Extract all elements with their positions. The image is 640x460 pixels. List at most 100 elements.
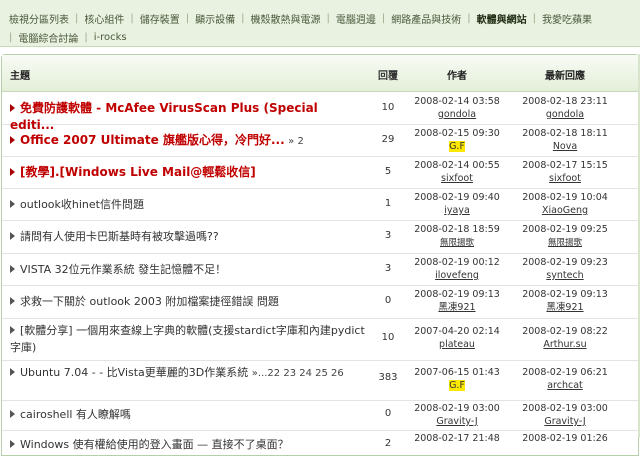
nav-link-apple[interactable]: 我愛吃蘋果 <box>542 11 592 26</box>
nav-separator: | <box>467 13 471 24</box>
reply-count: 29 <box>381 134 395 145</box>
topic-title-link[interactable]: 請問有人使用卡巴斯基時有被攻擊過嗎?? <box>20 230 219 243</box>
table-row: 免費防護軟體 - McAfee VirusScan Plus (Special … <box>2 92 638 132</box>
topic-title-link[interactable]: Windows 使有權給使用的登入畫面 — 直接不了桌面？ <box>20 438 289 451</box>
page-links[interactable]: » 2 <box>288 136 304 147</box>
author-date: 2008-02-15 09:30 <box>414 128 500 139</box>
author-cell: 2008-02-19 00:12 ilovefeng <box>407 256 507 282</box>
topic-cell: [軟體分享] 一個用來查線上字典的軟體(支援stardict字庫和內建pydic… <box>10 322 365 356</box>
table-row: [軟體分享] 一個用來查線上字典的軟體(支援stardict字庫和內建pydic… <box>2 318 638 361</box>
last-reply-user-link[interactable]: 無限揚歌 <box>548 238 582 248</box>
author-date: 2007-04-20 02:14 <box>414 326 500 337</box>
header-replies: 回覆 <box>378 71 398 82</box>
topic-title-link[interactable]: [軟體分享] 一個用來查線上字典的軟體(支援stardict字庫和內建pydic… <box>10 324 365 354</box>
nav-row-2: | 電腦綜合討論 | i-rocks <box>9 30 127 45</box>
topic-cell: [教學].[Windows Live Mail@輕鬆收信] <box>10 164 365 181</box>
forum-category-nav: 檢視分區列表 | 核心組件 | 儲存裝置 | 顯示設備 | 機殼散熱與電源 | 電腦週邊 |… <box>0 0 640 47</box>
author-link[interactable]: ilovefeng <box>435 270 479 281</box>
topic-title-link[interactable]: cairoshell 有人瞭解嗎 <box>20 408 131 421</box>
page-links[interactable]: »...22 23 24 25 26 <box>252 368 344 379</box>
last-reply-cell: 2008-02-19 08:22 Arthur.su <box>512 325 618 351</box>
author-link[interactable]: plateau <box>439 339 475 350</box>
last-reply-date: 2008-02-19 08:22 <box>522 326 608 337</box>
author-cell: 2008-02-17 21:48 <box>407 432 507 445</box>
author-cell: 2008-02-14 03:58 gondola <box>407 95 507 121</box>
author-date: 2008-02-14 00:55 <box>414 160 500 171</box>
last-reply-user-link[interactable]: Gravity-J <box>544 416 585 427</box>
table-row: [教學].[Windows Live Mail@輕鬆收信] 5 2008-02-… <box>2 156 638 189</box>
last-reply-user-link[interactable]: sixfoot <box>549 173 581 184</box>
topic-arrow-icon <box>10 265 15 273</box>
author-link[interactable]: G.F <box>449 380 465 391</box>
topic-title-link[interactable]: Office 2007 Ultimate 旗艦版心得，冷門好... <box>20 133 285 147</box>
last-reply-date: 2008-02-19 09:25 <box>522 224 608 235</box>
author-date: 2008-02-14 03:58 <box>414 96 500 107</box>
nav-link-case-cooling-power[interactable]: 機殼散熱與電源 <box>251 11 321 26</box>
author-cell: 2008-02-19 09:13 黑凍921 <box>407 288 507 314</box>
last-reply-user-link[interactable]: syntech <box>546 270 583 281</box>
nav-separator: | <box>241 13 245 24</box>
topic-cell: Windows 使有權給使用的登入畫面 — 直接不了桌面？ <box>10 436 365 453</box>
topic-arrow-icon <box>10 440 15 448</box>
author-link[interactable]: 黑凍921 <box>438 302 475 313</box>
reply-count: 10 <box>381 102 395 113</box>
author-link[interactable]: Gravity-J <box>436 416 477 427</box>
author-link[interactable]: sixfoot <box>441 173 473 184</box>
last-reply-user-link[interactable]: Arthur.su <box>543 339 586 350</box>
table-row: Windows 使有權給使用的登入畫面 — 直接不了桌面？ 2 2008-02-… <box>2 430 638 460</box>
topic-cell: Ubuntu 7.04 - - 比Vista更華麗的3D作業系統 »...22 … <box>10 364 365 382</box>
topic-title-link[interactable]: 求救一下關於 outlook 2003 附加檔案捷徑錯誤 問題 <box>20 295 279 308</box>
author-date: 2007-06-15 01:43 <box>414 367 500 378</box>
reply-count: 3 <box>384 230 392 241</box>
last-reply-user-link[interactable]: 黑凍921 <box>546 302 583 313</box>
topic-title-link[interactable]: Ubuntu 7.04 - - 比Vista更華麗的3D作業系統 <box>20 366 248 379</box>
header-last-reply: 最新回應 <box>545 71 585 82</box>
topic-arrow-icon <box>10 326 15 334</box>
last-reply-user-link[interactable]: gondola <box>546 109 584 120</box>
topic-table: 主題 回覆 作者 最新回應 免費防護軟體 - McAfee VirusScan … <box>1 54 639 456</box>
nav-link-networking[interactable]: 網路產品與技術 <box>391 11 461 26</box>
topic-cell: cairoshell 有人瞭解嗎 <box>10 406 365 423</box>
nav-link-general-discussion[interactable]: 電腦綜合討論 <box>18 30 78 45</box>
author-date: 2008-02-19 00:12 <box>414 257 500 268</box>
last-reply-user-link[interactable]: XiaoGeng <box>542 205 588 216</box>
last-reply-cell: 2008-02-18 23:11 gondola <box>512 95 618 121</box>
author-link[interactable]: iyaya <box>444 205 470 216</box>
last-reply-cell: 2008-02-19 06:21 archcat <box>512 366 618 392</box>
nav-separator: | <box>185 13 190 24</box>
nav-link-i-rocks[interactable]: i-rocks <box>94 32 127 43</box>
table-row: 求救一下關於 outlook 2003 附加檔案捷徑錯誤 問題 0 2008-0… <box>2 285 638 319</box>
nav-separator: | <box>75 13 79 24</box>
topic-cell: 求救一下關於 outlook 2003 附加檔案捷徑錯誤 問題 <box>10 293 365 310</box>
author-date: 2008-02-19 09:13 <box>414 289 500 300</box>
last-reply-date: 2008-02-18 18:11 <box>522 128 608 139</box>
reply-count: 0 <box>384 408 392 419</box>
nav-link-software-web[interactable]: 軟體與網站 <box>477 11 527 26</box>
author-link[interactable]: G.F <box>449 141 465 152</box>
topic-title-link[interactable]: outlook收hinet信件問題 <box>20 198 144 211</box>
topic-cell: 請問有人使用卡巴斯基時有被攻擊過嗎?? <box>10 228 365 245</box>
last-reply-cell: 2008-02-18 18:11 Nova <box>512 127 618 153</box>
author-link[interactable]: gondola <box>438 109 476 120</box>
nav-row-1: 檢視分區列表 | 核心組件 | 儲存裝置 | 顯示設備 | 機殼散熱與電源 | 電腦週邊 |… <box>9 11 592 26</box>
last-reply-user-link[interactable]: Nova <box>553 141 577 152</box>
nav-link-storage[interactable]: 儲存裝置 <box>140 11 180 26</box>
topic-arrow-icon <box>10 168 15 176</box>
reply-count: 0 <box>384 295 392 306</box>
nav-link-display[interactable]: 顯示設備 <box>195 11 235 26</box>
nav-link-board-list[interactable]: 檢視分區列表 <box>9 11 69 26</box>
nav-link-core-components[interactable]: 核心組件 <box>84 11 124 26</box>
last-reply-date: 2008-02-19 01:26 <box>522 433 608 444</box>
reply-count: 5 <box>384 166 392 177</box>
last-reply-cell: 2008-02-19 09:25 無限揚歌 <box>512 223 618 250</box>
last-reply-date: 2008-02-19 09:23 <box>522 257 608 268</box>
table-row: VISTA 32位元作業系統 發生記憶體不足！ 3 2008-02-19 00:… <box>2 253 638 286</box>
last-reply-date: 2008-02-17 15:15 <box>522 160 608 171</box>
topic-title-link[interactable]: VISTA 32位元作業系統 發生記憶體不足！ <box>20 263 226 276</box>
nav-separator: | <box>130 13 134 24</box>
author-link[interactable]: 無限揚歌 <box>440 238 474 248</box>
nav-link-peripherals[interactable]: 電腦週邊 <box>336 11 376 26</box>
nav-separator: | <box>532 13 536 24</box>
last-reply-user-link[interactable]: archcat <box>547 380 583 391</box>
topic-title-link[interactable]: [教學].[Windows Live Mail@輕鬆收信] <box>20 165 256 179</box>
